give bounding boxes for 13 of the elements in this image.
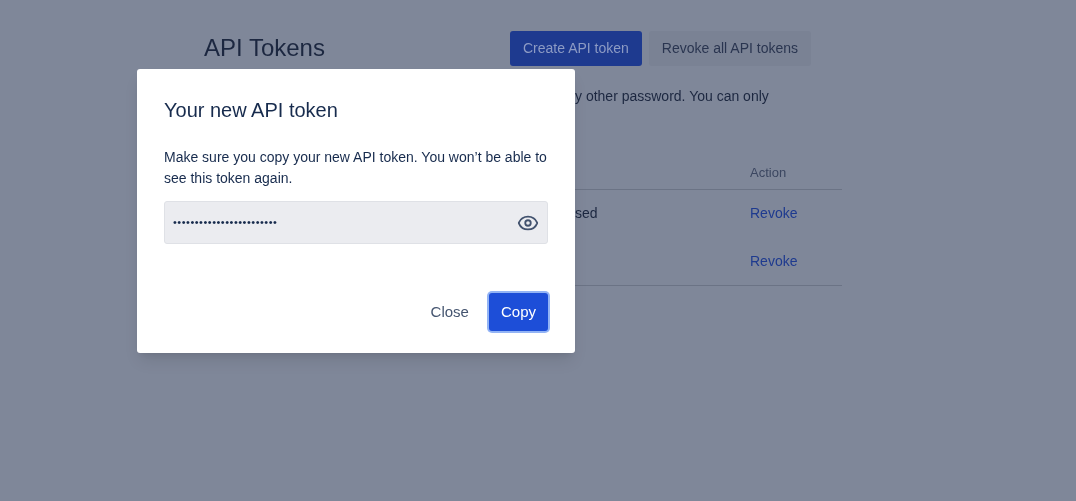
dialog-title: Your new API token	[164, 98, 339, 123]
dialog-message: Make sure you copy your new API token. You won’t be able to see this token again.	[164, 148, 548, 188]
table-cell-text: sed	[575, 204, 599, 223]
token-field[interactable]: ••••••••••••••••••••••••	[164, 201, 548, 244]
page-button[interactable]: Revoke all API tokens	[648, 30, 812, 66]
column-header: Action	[750, 164, 788, 182]
dialog-button[interactable]: Close	[422, 293, 477, 331]
page-title: API Tokens	[204, 33, 326, 63]
revoke-link[interactable]: Revoke	[750, 203, 842, 224]
revoke-link[interactable]: Revoke	[750, 250, 842, 272]
description-text: y other password. You can only	[575, 87, 770, 106]
dialog-button[interactable]: Copy	[488, 293, 548, 331]
page-button[interactable]: Create API token	[510, 30, 642, 66]
